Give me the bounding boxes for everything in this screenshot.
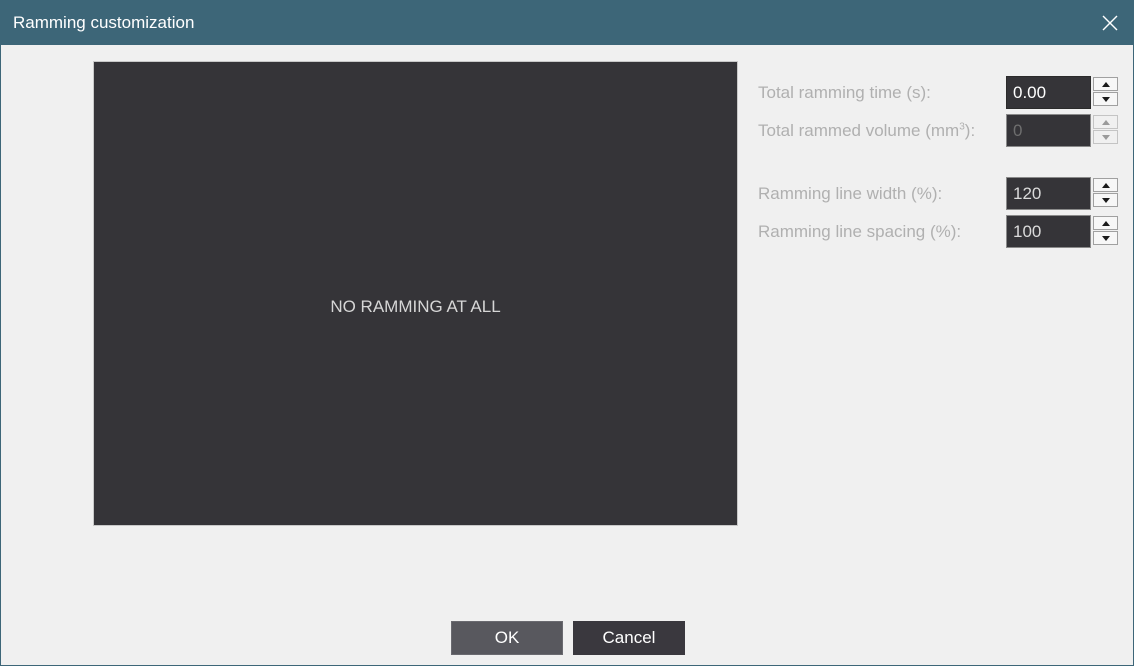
total-rammed-volume-spinner [1093, 115, 1118, 146]
cancel-button[interactable]: Cancel [573, 621, 685, 655]
arrow-down-icon [1101, 96, 1110, 102]
ramming-line-spacing-input[interactable]: 100 [1006, 215, 1091, 248]
ok-button[interactable]: OK [451, 621, 563, 655]
arrow-up-icon [1101, 220, 1110, 226]
ramming-line-spacing-label: Ramming line spacing (%): [758, 222, 962, 241]
ramming-dialog: Ramming customization NO RAMMING AT ALL … [0, 0, 1134, 666]
total-ramming-time-input[interactable]: 0.00 [1006, 76, 1091, 109]
arrow-down-icon [1101, 197, 1110, 203]
total-ramming-time-spinner [1093, 77, 1118, 108]
no-ramming-message: NO RAMMING AT ALL [330, 297, 501, 316]
arrow-down-icon [1101, 235, 1110, 241]
arrow-up-icon [1101, 182, 1110, 188]
ramming-line-width-input[interactable]: 120 [1006, 177, 1091, 210]
total-ramming-time-label: Total ramming time (s): [758, 83, 931, 102]
close-icon [1102, 15, 1118, 31]
ramming-line-spacing-decrement[interactable] [1093, 231, 1118, 245]
arrow-down-icon [1101, 134, 1110, 140]
ramming-line-width-decrement[interactable] [1093, 193, 1118, 207]
total-rammed-volume-label-suffix: ): [964, 121, 976, 140]
close-button[interactable] [1087, 1, 1133, 45]
total-rammed-volume-label: Total rammed volume (mm3): [758, 121, 975, 141]
total-rammed-volume-label-text: Total rammed volume (mm [758, 121, 960, 140]
ramming-line-spacing-increment[interactable] [1093, 216, 1118, 230]
total-rammed-volume-decrement[interactable] [1093, 130, 1118, 144]
ramming-line-width-increment[interactable] [1093, 178, 1118, 192]
total-ramming-time-increment[interactable] [1093, 77, 1118, 91]
ramming-preview-panel[interactable]: NO RAMMING AT ALL [93, 61, 738, 526]
total-ramming-time-decrement[interactable] [1093, 92, 1118, 106]
window-title: Ramming customization [13, 13, 195, 32]
arrow-up-icon [1101, 81, 1110, 87]
title-bar[interactable]: Ramming customization [1, 1, 1133, 45]
arrow-up-icon [1101, 119, 1110, 125]
ramming-line-spacing-spinner [1093, 216, 1118, 247]
total-rammed-volume-increment[interactable] [1093, 115, 1118, 129]
ramming-line-width-spinner [1093, 178, 1118, 209]
ramming-line-width-label: Ramming line width (%): [758, 184, 943, 203]
total-rammed-volume-input[interactable]: 0 [1006, 114, 1091, 147]
